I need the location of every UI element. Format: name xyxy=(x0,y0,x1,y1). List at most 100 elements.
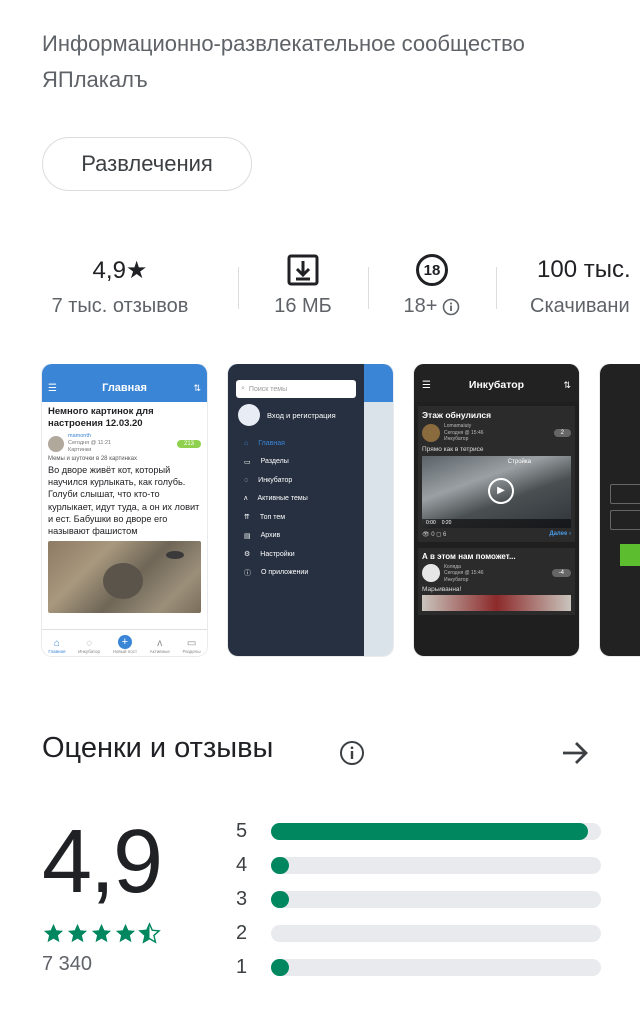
rating-distribution: 5 4 3 2 1 xyxy=(236,814,601,984)
s2-search-icon: ⌕ xyxy=(241,385,245,392)
size-stat-label: 16 МБ xyxy=(274,295,332,317)
stat-divider xyxy=(238,267,239,309)
download-icon xyxy=(287,254,319,286)
screenshot-login[interactable] xyxy=(600,364,640,656)
star-half-icon xyxy=(138,922,161,944)
age-rating-label: 18+ xyxy=(403,295,438,317)
downloads-stat: 100 тыс. Скачивани xyxy=(512,245,640,318)
rating-bar-row: 1 xyxy=(236,950,601,984)
screenshot-incubator[interactable]: ☰ Инкубатор ⇅ Этаж обнулился Lomamaiuty … xyxy=(414,364,579,656)
s1-filter-icon: ⇅ xyxy=(193,382,201,393)
rating-bar-track xyxy=(271,958,601,976)
s1-nav-home: ⌂ Главная xyxy=(48,638,66,654)
app-subtitle: Информационно-развлекательное сообщество… xyxy=(42,31,525,92)
category-chip[interactable]: Развлечения xyxy=(42,137,252,191)
s2-menu-item: ⌂ Главная xyxy=(244,439,285,447)
rating-bar-row: 2 xyxy=(236,916,601,950)
s3-post2-text: Марьиванна! xyxy=(422,586,462,593)
s3-post2-image xyxy=(422,595,571,611)
s2-menu-item: ⚙ Настройки xyxy=(244,550,295,559)
downloads-stat-value: 100 тыс. xyxy=(537,256,631,283)
rating-bar-row: 4 xyxy=(236,848,601,882)
star-icon xyxy=(43,923,64,943)
rating-bar-track xyxy=(271,924,601,942)
category-chip-label: Развлечения xyxy=(81,151,213,176)
s1-nav-incubator: ◌ Инкубатор xyxy=(78,638,101,654)
s2-menu-item: ▤ Архив xyxy=(244,532,281,540)
s1-post-badge: 213 xyxy=(176,439,201,448)
size-stat: 16 МБ xyxy=(254,245,352,318)
s2-login-label: Вход и регистрация xyxy=(267,410,336,420)
s2-user-avatar xyxy=(238,404,260,426)
star-icon xyxy=(67,923,88,943)
ratings-section-title: Оценки и отзывы xyxy=(42,732,274,764)
rating-bar-fill xyxy=(271,958,289,976)
rating-bar-track xyxy=(271,822,601,840)
s1-nav-sections: ▭ Разделы xyxy=(182,638,201,654)
s1-header-title: Главная xyxy=(102,382,147,394)
s2-menu-item: ◌ Инкубатор xyxy=(244,476,293,484)
screenshot-side-menu[interactable]: ⌕ Поиск темы Вход и регистрация ⌂ Главная… xyxy=(228,364,393,656)
s3-filter-icon: ⇅ xyxy=(563,379,571,390)
rating-stat[interactable]: 4,9★ 7 тыс. отзывов xyxy=(36,245,204,318)
s3-header-title: Инкубатор xyxy=(468,379,525,391)
s3-post2-cat: Инкубатор xyxy=(444,576,469,583)
downloads-stat-label: Скачивани xyxy=(530,295,630,317)
rating-bar-row: 3 xyxy=(236,882,601,916)
s1-post-image xyxy=(48,541,201,614)
s1-bottom-nav: ⌂ Главная ◌ Инкубатор + Новый пост ʌ Активны… xyxy=(42,629,207,656)
s3-more-link: Далее › xyxy=(549,531,571,537)
s3-post1-badge: 2 xyxy=(553,428,571,437)
app-stats-row: 4,9★ 7 тыс. отзывов 16 МБ 18 18+ 100 тыс… xyxy=(0,245,640,335)
s3-post1-title: Этаж обнулился xyxy=(422,410,492,420)
s3-video: Стройка ▶ 0:00 0:20 xyxy=(422,455,571,528)
stat-divider xyxy=(368,267,369,309)
rating-bar-fill xyxy=(271,856,289,874)
star-icon xyxy=(115,923,136,943)
s3-video-time: 0:00 xyxy=(426,520,436,526)
s1-menu-icon: ☰ xyxy=(48,382,57,394)
info-icon[interactable] xyxy=(442,298,460,316)
s2-menu-item: ▭ Разделы xyxy=(244,458,289,466)
s1-post-sub: Мемы и шуточки в 28 картинках xyxy=(48,456,137,462)
s3-play-icon: ▶ xyxy=(488,477,514,504)
rating-stars xyxy=(42,922,161,945)
s2-search-box: ⌕ Поиск темы xyxy=(236,380,356,398)
s1-post-text: Во дворе живёт кот, который научился кур… xyxy=(48,465,200,537)
rating-bar-label: 3 xyxy=(236,887,248,910)
info-icon[interactable] xyxy=(339,740,365,766)
s1-nav-active: ʌ Активные xyxy=(149,638,170,654)
rating-bar-label: 5 xyxy=(236,819,248,842)
stat-divider xyxy=(496,267,497,309)
s3-post2-avatar xyxy=(422,564,440,583)
s1-post-time: Сегодня @ 11:21 xyxy=(68,440,112,446)
rating-bar-label: 4 xyxy=(236,853,248,876)
average-rating: 4,9 xyxy=(42,812,163,912)
arrow-right-icon[interactable] xyxy=(558,736,592,770)
s3-post1-text: Прямо как в тетрисе xyxy=(422,445,484,453)
s2-menu-item: ⓘ О приложении xyxy=(244,569,309,577)
age-rating-stat[interactable]: 18 18+ xyxy=(384,245,480,318)
s3-menu-icon: ☰ xyxy=(422,379,431,391)
rating-bar-label: 1 xyxy=(236,955,248,978)
screenshots-carousel[interactable]: ☰ Главная ⇅ Немного картинок для настрое… xyxy=(0,364,640,658)
rating-bar-track xyxy=(271,856,601,874)
age-rating-badge-icon: 18 xyxy=(416,254,448,286)
s3-video-label: Стройка xyxy=(507,458,531,465)
s2-search-placeholder: Поиск темы xyxy=(248,385,288,393)
s3-video-total: 0:20 xyxy=(441,520,452,526)
star-icon xyxy=(91,923,112,943)
s3-post1-cat: Инкубатор xyxy=(444,436,469,442)
s1-post-title: Немного картинок для настроения 12.03.20 xyxy=(48,406,154,429)
rating-bar-track xyxy=(271,890,601,908)
s3-post1-stats: 👁 0 ◻ 6 xyxy=(422,531,447,538)
age-rating-badge-text: 18 xyxy=(423,261,441,279)
s1-post-author: mamonth xyxy=(68,433,91,439)
s2-menu-item: ⇈ Топ тем xyxy=(244,513,286,522)
s1-nav-new-post: + Новый пост xyxy=(112,635,138,654)
rating-bar-fill xyxy=(271,822,588,840)
rating-stat-value: 4,9★ xyxy=(92,256,148,284)
s3-post1-avatar xyxy=(422,423,440,442)
s2-menu-list: ⌂ Главная ▭ Разделы ◌ Инкубатор ʌ Активные т… xyxy=(228,434,364,582)
screenshot-main-feed[interactable]: ☰ Главная ⇅ Немного картинок для настрое… xyxy=(42,364,207,656)
